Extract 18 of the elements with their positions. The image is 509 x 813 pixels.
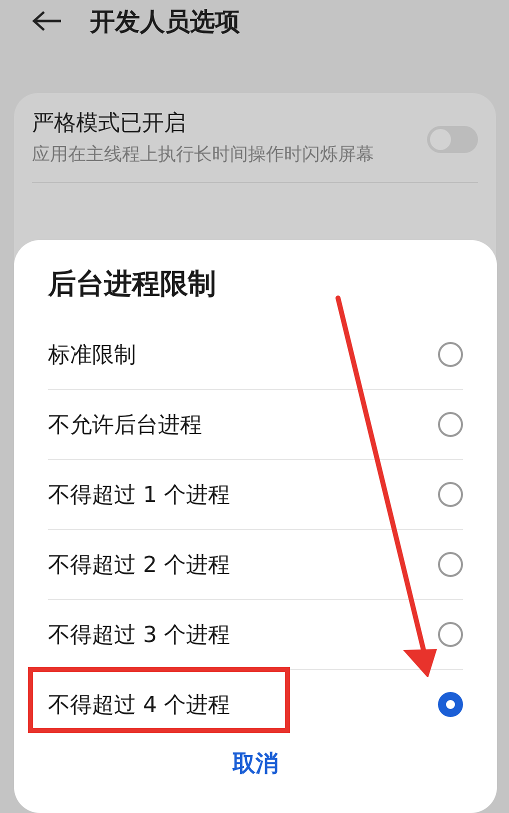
option-label[interactable]: 不允许后台进程 <box>48 410 202 440</box>
setting-title: 严格模式已开启 <box>32 110 187 138</box>
radio-button[interactable] <box>438 342 463 367</box>
radio-button[interactable] <box>438 482 463 507</box>
option-label[interactable]: 不得超过 2 个进程 <box>48 550 230 580</box>
cancel-button[interactable]: 取消 <box>218 742 292 785</box>
setting-description: 应用在主线程上执行长时间操作时闪烁屏幕 <box>32 143 375 167</box>
radio-button[interactable] <box>438 552 463 577</box>
option-label[interactable]: 不得超过 3 个进程 <box>48 620 230 650</box>
radio-button[interactable] <box>438 692 463 717</box>
radio-button[interactable] <box>438 412 463 437</box>
option-label[interactable]: 不得超过 1 个进程 <box>48 480 230 510</box>
back-icon[interactable] <box>32 10 62 32</box>
dialog-title: 后台进程限制 <box>48 266 217 302</box>
page-title: 开发人员选项 <box>90 6 240 38</box>
radio-button[interactable] <box>438 622 463 647</box>
option-label[interactable]: 标准限制 <box>48 340 136 370</box>
option-label[interactable]: 不得超过 4 个进程 <box>48 690 230 720</box>
